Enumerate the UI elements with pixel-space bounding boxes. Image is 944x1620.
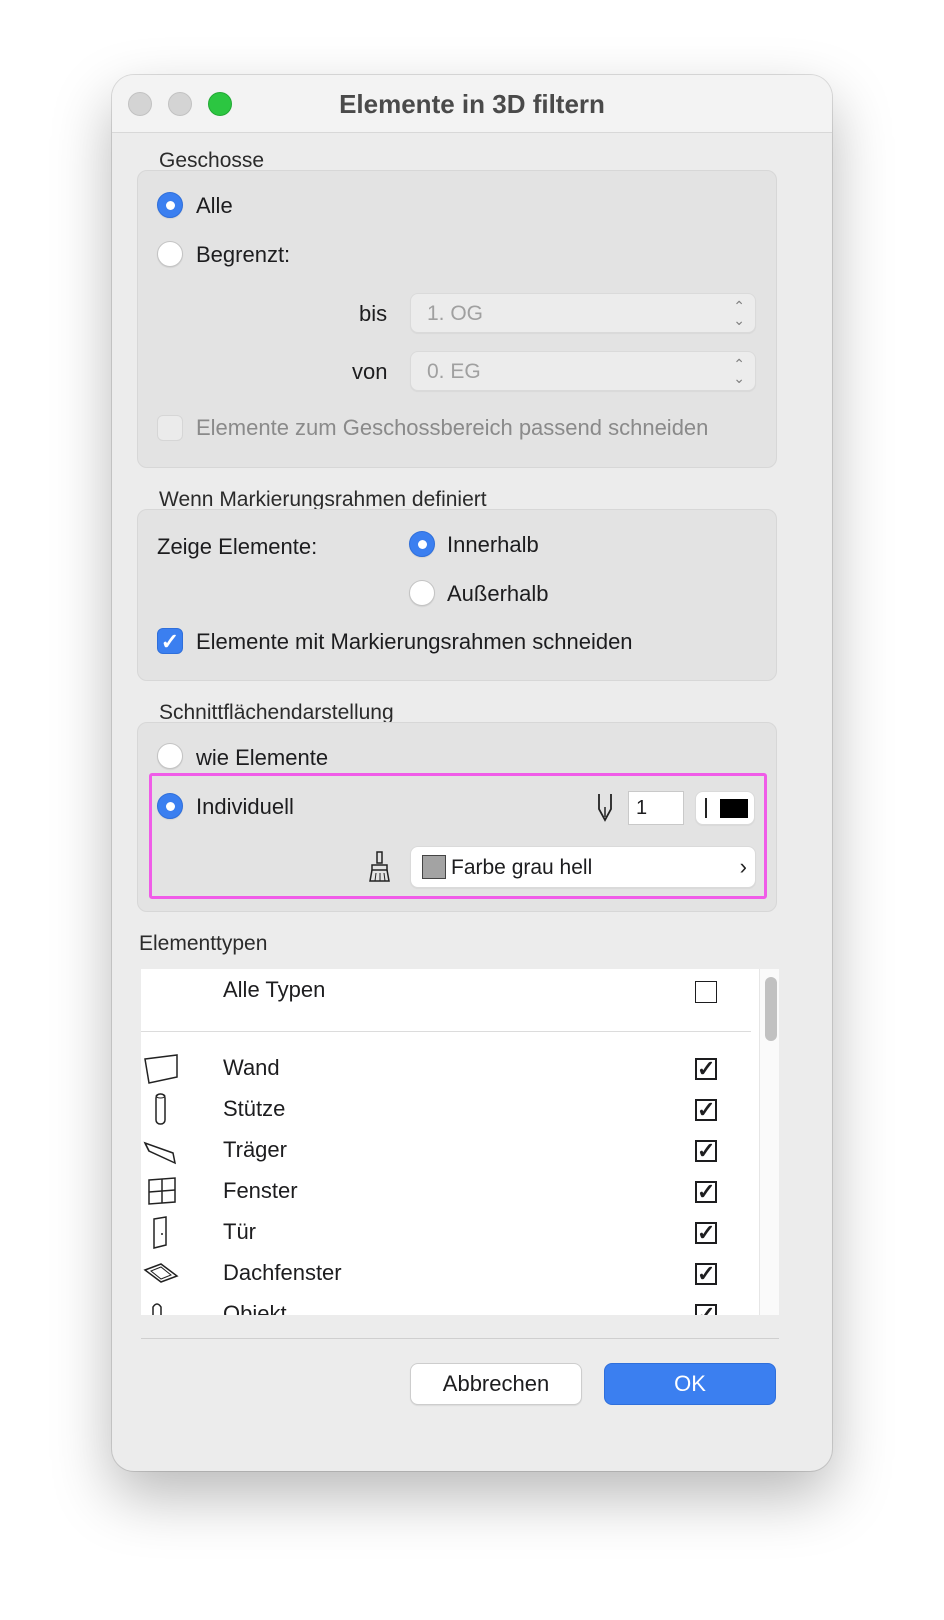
highlight-annotation	[149, 773, 767, 899]
section-label-elementtypen: Elementtypen	[139, 932, 268, 955]
zeige-elemente-label: Zeige Elemente:	[157, 534, 318, 559]
markierungsrahmen-cut-label: Elemente mit Markierungsrahmen schneiden	[196, 629, 633, 654]
list-item-traeger[interactable]: Träger ✓	[141, 1131, 751, 1171]
radio-ausserhalb-label: Außerhalb	[447, 581, 549, 606]
geschossbereich-cut-label: Elemente zum Geschossbereich passend sch…	[196, 415, 709, 440]
list-scrollbar[interactable]	[759, 969, 779, 1315]
list-header-row[interactable]: Alle Typen	[141, 969, 751, 1032]
chevron-updown-icon: ⌃ ⌄	[733, 356, 745, 386]
radio-innerhalb[interactable]	[409, 531, 435, 557]
von-select[interactable]: 0. EG ⌃ ⌄	[410, 351, 756, 391]
list-item-checkbox[interactable]: ✓	[695, 1140, 717, 1162]
list-item-stuetze[interactable]: Stütze ✓	[141, 1090, 751, 1130]
bis-label: bis	[359, 301, 388, 326]
skylight-icon	[143, 1256, 179, 1292]
geschossbereich-cut-checkbox[interactable]	[157, 415, 183, 441]
all-types-checkbox[interactable]	[695, 981, 717, 1003]
list-item-label: Träger	[223, 1137, 287, 1162]
radio-wie-elemente[interactable]	[157, 743, 183, 769]
door-icon	[143, 1215, 179, 1251]
bis-select-value: 1. OG	[427, 302, 484, 325]
list-item-checkbox[interactable]: ✓	[695, 1058, 717, 1080]
title-bar: Elemente in 3D filtern	[112, 75, 832, 133]
list-item-label: Dachfenster	[223, 1260, 342, 1285]
scrollbar-thumb[interactable]	[765, 977, 777, 1041]
list-item-label: Wand	[223, 1055, 280, 1080]
list-item-checkbox[interactable]: ✓	[695, 1099, 717, 1121]
list-item-label: Stütze	[223, 1096, 286, 1121]
all-types-label: Alle Typen	[223, 977, 326, 1002]
list-item-checkbox[interactable]: ✓	[695, 1263, 717, 1285]
list-item-dachfenster[interactable]: Dachfenster ✓	[141, 1254, 751, 1294]
wall-icon	[143, 1051, 179, 1087]
list-item-tuer[interactable]: Tür ✓	[141, 1213, 751, 1253]
radio-begrenzt-label: Begrenzt:	[196, 242, 291, 267]
list-item-objekt[interactable]: Objekt ✓	[141, 1295, 751, 1315]
list-item-checkbox[interactable]: ✓	[695, 1181, 717, 1203]
list-item-checkbox[interactable]: ✓	[695, 1222, 717, 1244]
window-icon	[143, 1174, 179, 1210]
markierungsrahmen-cut-checkbox[interactable]: ✓	[157, 628, 183, 654]
list-item-label: Tür	[223, 1219, 256, 1244]
list-item-label: Fenster	[223, 1178, 298, 1203]
column-icon	[143, 1092, 179, 1128]
window-title: Elemente in 3D filtern	[339, 89, 605, 119]
object-icon	[143, 1297, 179, 1315]
radio-alle[interactable]	[157, 192, 183, 218]
element-types-list[interactable]: Alle Typen Wand ✓ Stütze ✓ Träger ✓ Fens…	[141, 969, 779, 1315]
list-item-wand[interactable]: Wand ✓	[141, 1049, 751, 1089]
cancel-button[interactable]: Abbrechen	[410, 1363, 582, 1405]
list-item-checkbox[interactable]: ✓	[695, 1304, 717, 1315]
list-item-label: Objekt	[223, 1301, 287, 1315]
footer-divider	[141, 1338, 779, 1339]
beam-icon	[143, 1133, 179, 1169]
radio-alle-label: Alle	[196, 193, 233, 218]
radio-innerhalb-label: Innerhalb	[447, 532, 539, 557]
chevron-updown-icon: ⌃ ⌄	[733, 298, 745, 328]
radio-wie-elemente-label: wie Elemente	[196, 745, 329, 770]
von-select-value: 0. EG	[427, 360, 481, 383]
filter-dialog: Elemente in 3D filtern Geschosse Alle Be…	[112, 75, 832, 1471]
bis-select[interactable]: 1. OG ⌃ ⌄	[410, 293, 756, 333]
list-item-fenster[interactable]: Fenster ✓	[141, 1172, 751, 1212]
radio-begrenzt[interactable]	[157, 241, 183, 267]
von-label: von	[352, 359, 388, 384]
radio-ausserhalb[interactable]	[409, 580, 435, 606]
ok-button[interactable]: OK	[604, 1363, 776, 1405]
